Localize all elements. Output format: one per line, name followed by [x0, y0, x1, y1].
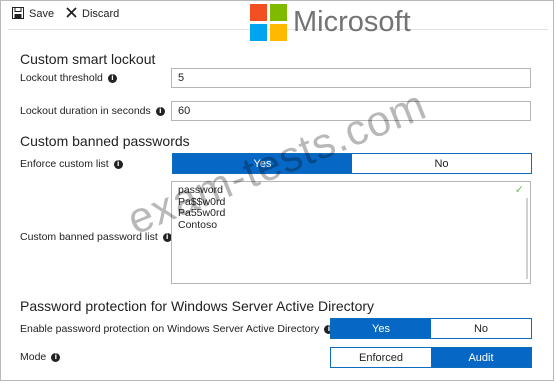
lockout-threshold-text: Lockout threshold [20, 72, 103, 84]
scrollbar[interactable] [526, 198, 528, 279]
save-button[interactable]: Save [12, 6, 54, 22]
lockout-duration-text: Lockout duration in seconds [20, 105, 151, 117]
info-icon[interactable]: i [155, 106, 165, 116]
enable-ad-protection-toggle: Yes No [330, 318, 532, 339]
lockout-threshold-input[interactable]: 5 [171, 68, 531, 88]
info-icon[interactable]: i [107, 73, 117, 83]
discard-button[interactable]: Discard [66, 6, 119, 22]
mode-label: Mode i [20, 350, 61, 364]
save-icon [12, 6, 24, 22]
microsoft-logo: Microsoft [250, 2, 411, 42]
info-icon[interactable]: i [113, 159, 123, 169]
mode-toggle: Enforced Audit [330, 347, 532, 368]
mode-enforced-option[interactable]: Enforced [331, 348, 431, 367]
enable-ad-protection-label: Enable password protection on Windows Se… [20, 322, 334, 336]
enforce-custom-list-text: Enforce custom list [20, 158, 109, 170]
discard-label: Discard [82, 8, 120, 20]
enforce-custom-list-toggle: Yes No [172, 153, 532, 174]
lockout-duration-label: Lockout duration in seconds i [20, 104, 165, 118]
list-item: Pa55w0rd [178, 207, 226, 219]
section-title-banned-passwords: Custom banned passwords [20, 133, 190, 149]
lockout-threshold-label: Lockout threshold i [20, 71, 117, 85]
close-icon [66, 7, 77, 21]
section-title-smart-lockout: Custom smart lockout [20, 51, 156, 67]
enable-ad-protection-text: Enable password protection on Windows Se… [20, 323, 320, 335]
enable-yes-option[interactable]: Yes [331, 319, 431, 338]
mode-audit-option[interactable]: Audit [431, 348, 531, 367]
info-icon[interactable]: i [51, 352, 61, 362]
section-title-ad-protection: Password protection for Windows Server A… [20, 298, 375, 314]
lockout-duration-input[interactable]: 60 [171, 101, 531, 121]
save-label: Save [29, 8, 55, 20]
valid-check-icon: ✓ [514, 184, 524, 196]
enforce-no-option[interactable]: No [352, 154, 531, 173]
list-item: Contoso [178, 218, 218, 231]
banned-password-list-label: Custom banned password list i [20, 230, 172, 244]
microsoft-logo-icon [250, 3, 287, 41]
logo-text: Microsoft [293, 5, 411, 38]
enforce-custom-list-label: Enforce custom list i [20, 157, 123, 171]
banned-password-list-text: Custom banned password list [20, 231, 158, 243]
list-item: password [178, 184, 223, 196]
enforce-yes-option[interactable]: Yes [173, 154, 352, 173]
banned-password-list-textarea[interactable]: password Pa$$w0rd Pa55w0rd Contoso ✓ [171, 181, 531, 284]
mode-text: Mode [20, 351, 47, 363]
list-item: Pa$$w0rd [178, 195, 226, 208]
enable-no-option[interactable]: No [431, 319, 531, 338]
